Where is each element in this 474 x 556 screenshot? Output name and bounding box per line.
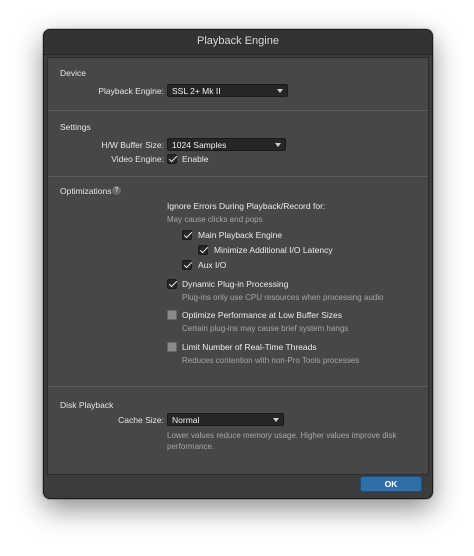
minimize-io-latency-label: Minimize Additional I/O Latency xyxy=(214,245,333,255)
dialog-title: Playback Engine xyxy=(44,30,432,55)
chevron-down-icon xyxy=(275,143,281,147)
video-engine-enable-label: Enable xyxy=(182,154,209,164)
playback-engine-label: Playback Engine: xyxy=(98,86,164,96)
main-playback-engine-label: Main Playback Engine xyxy=(198,230,283,240)
video-engine-label: Video Engine: xyxy=(111,154,164,164)
dynamic-plugin-checkbox[interactable] xyxy=(167,279,177,289)
buffer-size-label: H/W Buffer Size: xyxy=(101,140,164,150)
device-section-title: Device xyxy=(60,68,86,78)
optimizations-section-title: Optimizations xyxy=(60,186,112,196)
main-playback-engine-checkbox[interactable] xyxy=(182,230,192,240)
limit-threads-hint: Reduces contention with non-Pro Tools pr… xyxy=(182,356,360,365)
aux-io-checkbox[interactable] xyxy=(182,260,192,270)
settings-section-title: Settings xyxy=(60,122,91,132)
cache-size-dropdown[interactable]: Normal xyxy=(167,413,284,426)
cache-size-hint-line1: Lower values reduce memory usage. Higher… xyxy=(167,431,397,440)
cache-size-hint-line2: performance. xyxy=(167,442,215,451)
playback-engine-value: SSL 2+ Mk II xyxy=(172,86,221,96)
section-divider xyxy=(48,386,428,387)
dialog-content: Device Playback Engine: SSL 2+ Mk II Set… xyxy=(47,57,429,475)
section-divider xyxy=(48,110,428,111)
playback-engine-dropdown[interactable]: SSL 2+ Mk II xyxy=(167,84,288,97)
optimize-low-buffer-checkbox[interactable] xyxy=(167,310,177,320)
optimize-low-buffer-label: Optimize Performance at Low Buffer Sizes xyxy=(182,310,342,320)
limit-threads-checkbox[interactable] xyxy=(167,342,177,352)
aux-io-label: Aux I/O xyxy=(198,260,227,270)
optimize-low-buffer-hint: Certain plug-ins may cause brief system … xyxy=(182,324,349,333)
buffer-size-dropdown[interactable]: 1024 Samples xyxy=(167,138,286,151)
ignore-errors-hint: May cause clicks and pops xyxy=(167,215,263,224)
cache-size-label: Cache Size: xyxy=(118,415,164,425)
playback-engine-dialog: Playback Engine Device Playback Engine: … xyxy=(43,29,433,499)
minimize-io-latency-checkbox[interactable] xyxy=(198,245,208,255)
video-engine-checkbox[interactable] xyxy=(167,154,177,164)
help-icon[interactable]: ? xyxy=(112,186,121,195)
chevron-down-icon xyxy=(273,418,279,422)
chevron-down-icon xyxy=(277,89,283,93)
ok-button[interactable]: OK xyxy=(360,476,422,492)
limit-threads-label: Limit Number of Real-Time Threads xyxy=(182,342,317,352)
section-divider xyxy=(48,176,428,177)
cache-size-value: Normal xyxy=(172,415,200,425)
dynamic-plugin-hint: Plug-ins only use CPU resources when pro… xyxy=(182,293,384,302)
ignore-errors-title: Ignore Errors During Playback/Record for… xyxy=(167,201,326,211)
disk-playback-section-title: Disk Playback xyxy=(60,400,114,410)
dynamic-plugin-label: Dynamic Plug-in Processing xyxy=(182,279,289,289)
buffer-size-value: 1024 Samples xyxy=(172,140,227,150)
